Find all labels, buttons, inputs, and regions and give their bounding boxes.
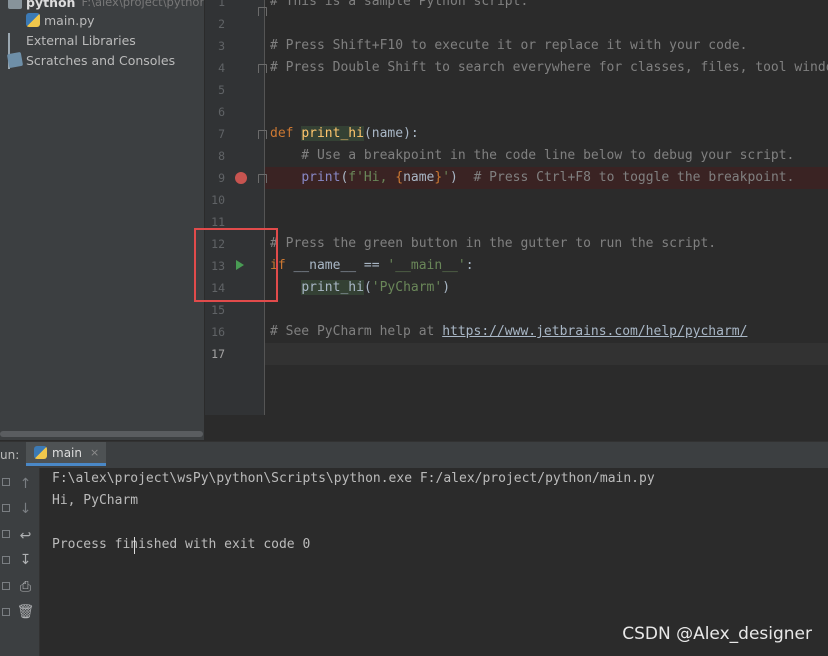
close-icon[interactable]: × (90, 446, 99, 459)
run-outer-toolbar (0, 468, 12, 656)
line-number: 5 (218, 83, 225, 97)
fstring-brace: { (395, 170, 404, 185)
line-number: 3 (218, 39, 225, 53)
comment-text: # See PyCharm help at (270, 324, 443, 339)
fold-marker-icon[interactable] (258, 64, 267, 73)
tree-item-label: python (26, 0, 76, 10)
line-number: 15 (211, 303, 225, 317)
print-icon[interactable]: ⎙ (12, 576, 39, 598)
builtin-print: print (301, 170, 341, 185)
text-caret (134, 537, 135, 554)
scrollbar-thumb[interactable] (0, 431, 203, 437)
code-line-3[interactable]: # Press Shift+F10 to execute it or repla… (270, 35, 747, 57)
arrow-down-icon[interactable]: ↓ (12, 498, 39, 520)
code-text: ( (363, 280, 372, 295)
settings-icon[interactable] (2, 556, 10, 564)
help-link[interactable]: https://www.jetbrains.com/help/pycharm/ (442, 324, 747, 339)
tab-main[interactable]: main × (26, 442, 106, 466)
library-icon (8, 33, 22, 69)
arrow-up-icon[interactable]: ↑ (12, 473, 39, 495)
tree-item-label: Scratches and Consoles (26, 52, 176, 68)
string-literal: '__main__' (387, 258, 466, 273)
tab-label: main (52, 445, 82, 460)
line-number: 4 (218, 61, 225, 75)
line-number: 7 (218, 127, 225, 141)
watermark-text: CSDN @Alex_designer (622, 624, 812, 644)
python-run-icon (34, 446, 47, 459)
run-window-title: un: (0, 448, 20, 462)
python-file-icon (26, 13, 40, 27)
tree-item-path: F:\alex\project\python (81, 0, 204, 9)
breakpoint-icon[interactable] (235, 172, 247, 184)
code-line-14[interactable]: print_hi('PyCharm') (270, 277, 450, 299)
fstring-part: f'Hi, (348, 170, 396, 185)
code-text: (name): (363, 126, 419, 141)
code-line-8[interactable]: # Use a breakpoint in the code line belo… (270, 145, 794, 167)
function-name: print_hi (301, 126, 364, 141)
tree-item-label: main.py (44, 12, 95, 28)
fstring-part: ' (442, 170, 451, 185)
console-line-output: Hi, PyCharm (52, 493, 139, 508)
string-literal: 'PyCharm' (371, 280, 443, 295)
function-call: print_hi (301, 280, 364, 295)
code-text: __name__ == (285, 258, 388, 273)
code-line-7[interactable]: def print_hi(name): (270, 123, 419, 145)
project-horizontal-scrollbar[interactable] (0, 430, 204, 438)
tree-item-label: External Libraries (26, 32, 136, 48)
scratches-icon (6, 51, 24, 69)
fold-marker-icon[interactable] (258, 130, 267, 139)
code-line-13[interactable]: if __name__ == '__main__': (270, 255, 474, 277)
code-line-12[interactable]: # Press the green button in the gutter t… (270, 233, 716, 255)
tree-item-scratches[interactable]: Scratches and Consoles (6, 50, 176, 70)
keyword-def: def (270, 126, 294, 141)
line-number: 9 (218, 171, 225, 185)
line-number: 17 (211, 347, 225, 361)
code-text: : (465, 258, 474, 273)
restore-layout-icon[interactable] (2, 530, 10, 538)
code-line-1[interactable]: # This is a sample Python script. (270, 0, 528, 13)
line-number: 16 (211, 325, 225, 339)
current-line-highlight (265, 343, 828, 365)
stop-icon[interactable] (2, 504, 10, 512)
fold-marker-icon[interactable] (258, 7, 267, 16)
console-line-command: F:\alex\project\wsPy\python\Scripts\pyth… (52, 471, 655, 486)
code-text: ) (450, 170, 474, 185)
soft-wrap-icon[interactable]: ↩ (12, 525, 39, 547)
line-number: 1 (218, 0, 225, 9)
editor-horizontal-scroll-area (205, 415, 828, 440)
tree-item-external-libraries[interactable]: External Libraries (8, 30, 136, 69)
fstring-var: name (403, 170, 435, 185)
pin-icon[interactable] (2, 582, 10, 590)
exit-icon[interactable] (2, 608, 10, 616)
line-number: 2 (218, 17, 225, 31)
console-line-exit: Process finished with exit code 0 (52, 537, 311, 552)
rerun-icon[interactable] (2, 478, 10, 486)
run-tool-window-header: un: main × (0, 441, 828, 468)
project-tool-window: python F:\alex\project\python main.py Ex… (0, 0, 204, 440)
code-line-4[interactable]: # Press Double Shift to search everywher… (270, 57, 828, 79)
code-line-9[interactable]: print(f'Hi, {name}') # Press Ctrl+F8 to … (270, 167, 794, 189)
line-number: 8 (218, 149, 225, 163)
folder-icon (8, 0, 22, 9)
code-line-16[interactable]: # See PyCharm help at https://www.jetbra… (270, 321, 747, 343)
inline-comment: # Press Ctrl+F8 to toggle the breakpoint… (473, 170, 795, 185)
run-console-toolbar: ↑ ↓ ↩ ↧ ⎙ 🗑 (12, 468, 40, 656)
tree-item-main-py[interactable]: main.py (26, 10, 95, 30)
code-text: ) (442, 280, 451, 295)
code-editor[interactable]: 1 2 3 4 5 6 7 8 9 10 11 12 13 14 15 16 17 # This is a sa… (205, 0, 828, 415)
trash-icon[interactable]: 🗑 (12, 601, 39, 623)
line-number: 6 (218, 105, 225, 119)
line-number: 10 (211, 193, 225, 207)
annotation-highlight-box (194, 228, 278, 302)
scroll-to-end-icon[interactable]: ↧ (12, 549, 39, 571)
fold-marker-icon[interactable] (258, 174, 267, 183)
